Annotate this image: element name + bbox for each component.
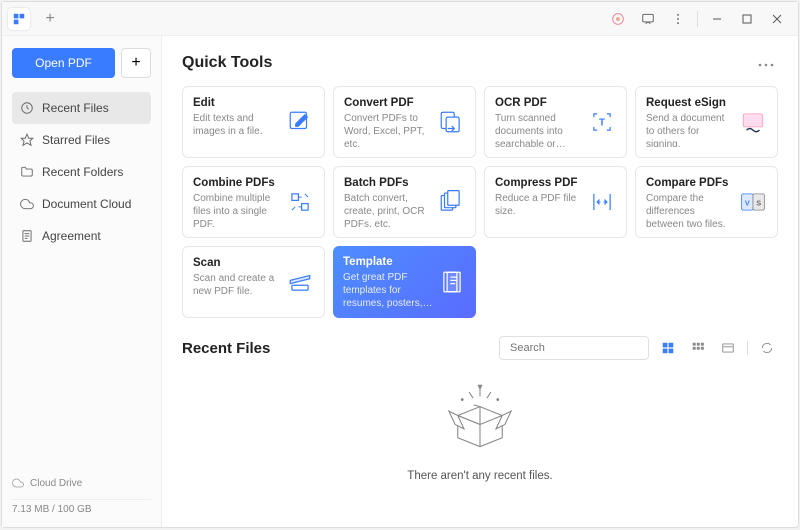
tool-title: Scan xyxy=(193,257,282,269)
sidebar-item-label: Recent Files xyxy=(42,101,109,115)
ocr-icon: T xyxy=(588,108,616,136)
minimize-button[interactable] xyxy=(702,4,732,34)
compare-icon: VS xyxy=(739,188,767,216)
sidebar-item-label: Recent Folders xyxy=(42,165,123,179)
tool-request-esign[interactable]: Request eSign Send a document to others f… xyxy=(635,86,778,158)
tool-compress-pdf[interactable]: Compress PDF Reduce a PDF file size. xyxy=(484,166,627,238)
tool-edit[interactable]: Edit Edit texts and images in a file. xyxy=(182,86,325,158)
tool-batch-pdfs[interactable]: Batch PDFs Batch convert, create, print, … xyxy=(333,166,476,238)
search-input[interactable] xyxy=(510,342,652,354)
recent-files-title: Recent Files xyxy=(182,340,270,357)
scan-icon xyxy=(286,268,314,296)
folder-icon xyxy=(20,165,34,179)
tool-desc: Get great PDF templates for resumes, pos… xyxy=(343,271,434,308)
batch-icon xyxy=(437,188,465,216)
view-list-button[interactable] xyxy=(717,337,739,359)
tool-title: Edit xyxy=(193,97,282,109)
quick-tools-title: Quick Tools xyxy=(182,54,272,72)
tool-desc: Turn scanned documents into searchable o… xyxy=(495,112,584,147)
sidebar-item-recent-folders[interactable]: Recent Folders xyxy=(12,156,151,188)
empty-text: There aren't any recent files. xyxy=(407,470,552,482)
quick-tools-more-icon[interactable] xyxy=(754,50,778,76)
tool-desc: Edit texts and images in a file. xyxy=(193,112,282,138)
close-button[interactable] xyxy=(762,4,792,34)
refresh-button[interactable] xyxy=(756,337,778,359)
sidebar-item-label: Starred Files xyxy=(42,133,110,147)
tool-scan[interactable]: Scan Scan and create a new PDF file. xyxy=(182,246,325,318)
compress-icon xyxy=(588,188,616,216)
search-box[interactable] xyxy=(499,336,649,360)
tool-desc: Combine multiple files into a single PDF… xyxy=(193,192,282,227)
tool-desc: Batch convert, create, print, OCR PDFs, … xyxy=(344,192,433,227)
svg-text:V: V xyxy=(745,198,750,207)
empty-box-icon xyxy=(435,380,525,460)
cloud-drive-link[interactable]: Cloud Drive xyxy=(12,471,151,495)
tool-convert-pdf[interactable]: Convert PDF Convert PDFs to Word, Excel, … xyxy=(333,86,476,158)
cloud-icon xyxy=(20,197,34,211)
sidebar-item-starred-files[interactable]: Starred Files xyxy=(12,124,151,156)
sidebar-item-label: Document Cloud xyxy=(42,197,131,211)
edit-icon xyxy=(286,108,314,136)
tool-ocr-pdf[interactable]: OCR PDF Turn scanned documents into searc… xyxy=(484,86,627,158)
convert-icon xyxy=(437,108,465,136)
template-icon xyxy=(438,268,466,296)
feedback-icon[interactable] xyxy=(633,4,663,34)
sidebar-item-agreement[interactable]: Agreement xyxy=(12,220,151,252)
new-tab-button[interactable]: + xyxy=(38,7,62,31)
tool-title: Template xyxy=(343,256,434,268)
tool-template[interactable]: Template Get great PDF templates for resu… xyxy=(333,246,476,318)
tool-desc: Reduce a PDF file size. xyxy=(495,192,584,218)
view-small-grid-button[interactable] xyxy=(687,337,709,359)
app-logo xyxy=(8,8,30,30)
tool-desc: Scan and create a new PDF file. xyxy=(193,272,282,298)
tool-title: OCR PDF xyxy=(495,97,584,109)
tool-compare-pdfs[interactable]: Compare PDFs Compare the differences betw… xyxy=(635,166,778,238)
star-icon xyxy=(20,133,34,147)
combine-icon xyxy=(286,188,314,216)
new-file-button[interactable]: + xyxy=(121,48,151,78)
maximize-button[interactable] xyxy=(732,4,762,34)
tool-desc: Compare the differences between two file… xyxy=(646,192,735,227)
storage-text: 7.13 MB / 100 GB xyxy=(12,499,151,515)
view-large-grid-button[interactable] xyxy=(657,337,679,359)
tool-desc: Convert PDFs to Word, Excel, PPT, etc. xyxy=(344,112,433,147)
tool-combine-pdfs[interactable]: Combine PDFs Combine multiple files into … xyxy=(182,166,325,238)
cloud-icon xyxy=(12,477,24,489)
svg-text:T: T xyxy=(599,117,605,128)
tool-title: Combine PDFs xyxy=(193,177,282,189)
cloud-drive-label: Cloud Drive xyxy=(30,478,82,489)
esign-icon xyxy=(739,108,767,136)
tool-title: Request eSign xyxy=(646,97,735,109)
ai-assistant-icon[interactable] xyxy=(603,4,633,34)
svg-text:S: S xyxy=(756,198,761,207)
tool-title: Compress PDF xyxy=(495,177,584,189)
sidebar-item-document-cloud[interactable]: Document Cloud xyxy=(12,188,151,220)
tool-title: Batch PDFs xyxy=(344,177,433,189)
tool-title: Convert PDF xyxy=(344,97,433,109)
tool-desc: Send a document to others for signing. xyxy=(646,112,735,147)
open-pdf-button[interactable]: Open PDF xyxy=(12,48,115,78)
kebab-menu-icon[interactable] xyxy=(663,4,693,34)
doc-icon xyxy=(20,229,34,243)
sidebar-item-recent-files[interactable]: Recent Files xyxy=(12,92,151,124)
tool-title: Compare PDFs xyxy=(646,177,735,189)
sidebar-item-label: Agreement xyxy=(42,229,101,243)
clock-icon xyxy=(20,101,34,115)
